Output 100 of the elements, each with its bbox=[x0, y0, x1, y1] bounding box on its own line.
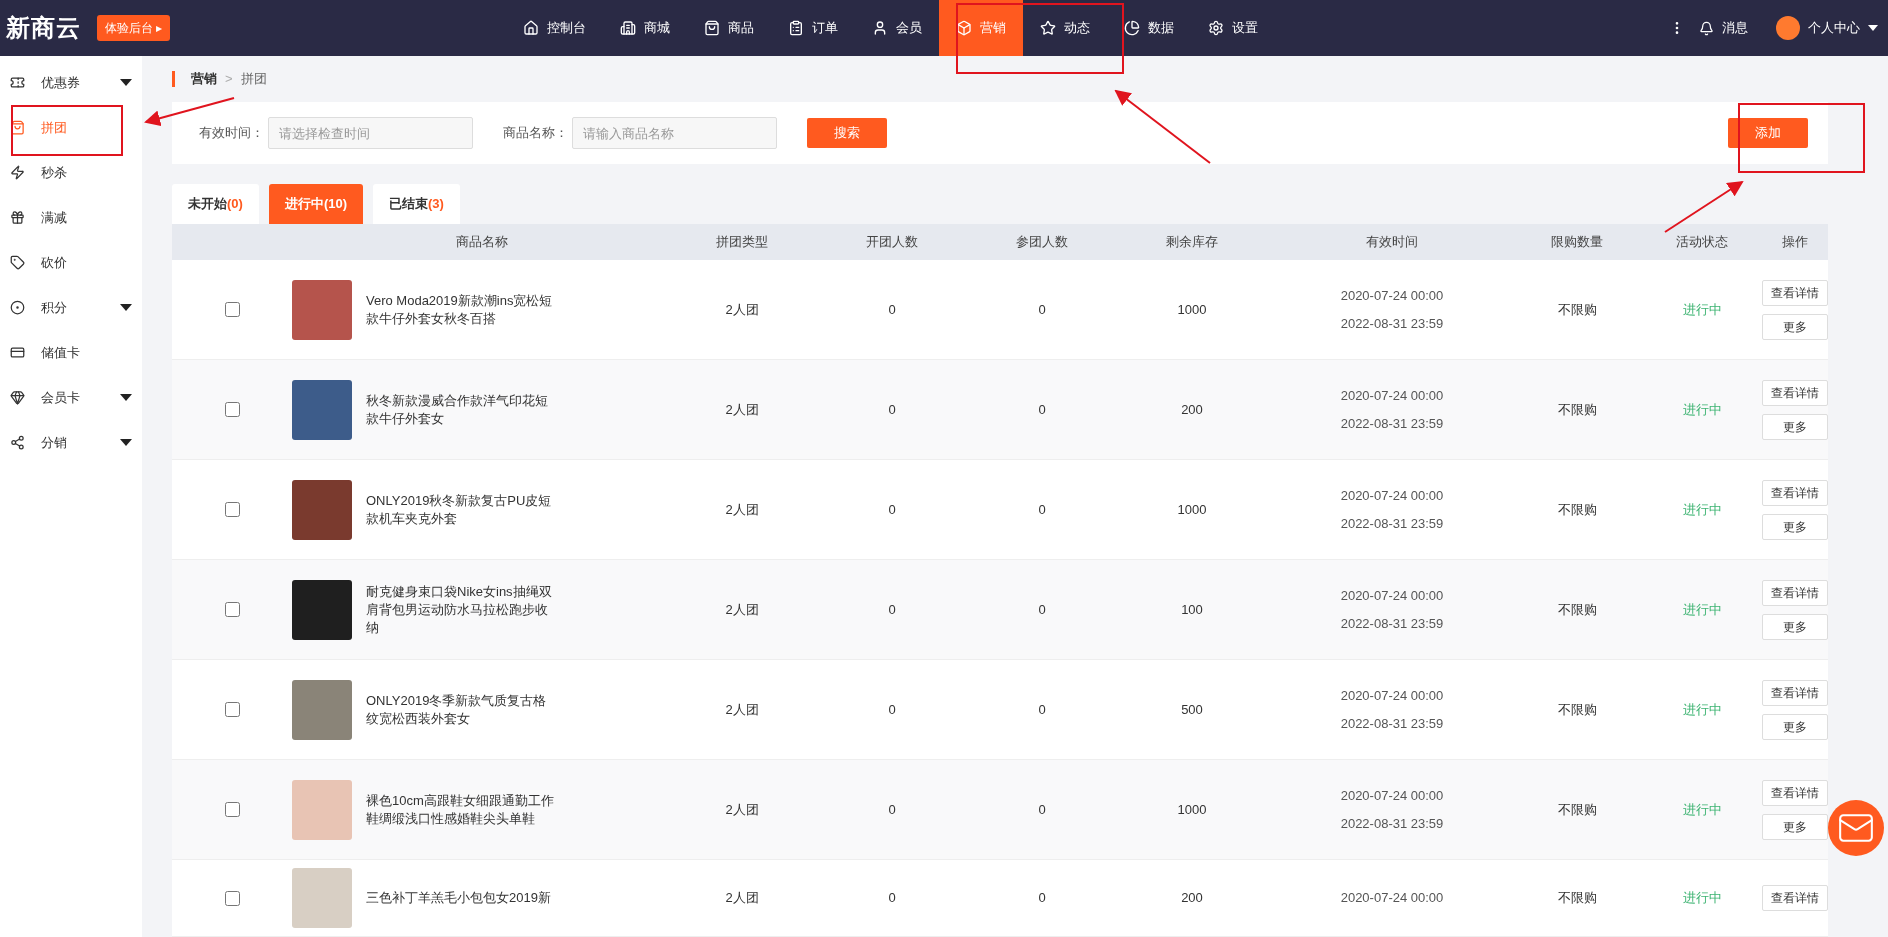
nav-tab[interactable]: 数据 bbox=[1107, 0, 1192, 56]
end-time: 2022-08-31 23:59 bbox=[1340, 414, 1444, 433]
action-button[interactable]: 更多 bbox=[1762, 613, 1828, 640]
action-button[interactable]: 更多 bbox=[1762, 813, 1828, 840]
action-button[interactable]: 更多 bbox=[1762, 413, 1828, 440]
column-header: 拼团类型 bbox=[715, 233, 769, 252]
start-time: 2020-07-24 00:00 bbox=[1340, 687, 1444, 705]
column-header: 开团人数 bbox=[865, 233, 919, 252]
action-button[interactable]: 查看详情 bbox=[1762, 679, 1828, 706]
caret-icon bbox=[1868, 25, 1878, 31]
building-icon bbox=[620, 20, 637, 36]
row-checkbox[interactable] bbox=[224, 302, 240, 317]
table-cell-text: 0 bbox=[887, 700, 897, 719]
row-checkbox[interactable] bbox=[224, 890, 240, 906]
column-header: 商品名称 bbox=[455, 233, 509, 252]
column-header: 剩余库存 bbox=[1165, 233, 1219, 252]
sidebar-item[interactable]: 砍价 bbox=[0, 240, 142, 285]
caret-icon bbox=[120, 79, 132, 86]
table-cell-text: 不限购 bbox=[1556, 889, 1598, 908]
cube-icon bbox=[956, 20, 973, 36]
action-button[interactable]: 查看详情 bbox=[1762, 279, 1828, 306]
breadcrumb-item[interactable]: 营销 bbox=[191, 69, 217, 89]
table-cell-text: 2人团 bbox=[724, 800, 760, 819]
product-name: 裸色10cm高跟鞋女细跟通勤工作鞋绸缎浅口性感婚鞋尖头单鞋 bbox=[366, 791, 555, 828]
table-cell-text: 2人团 bbox=[724, 889, 760, 908]
nav-tab[interactable]: 设置 bbox=[1191, 0, 1276, 56]
bag-icon bbox=[704, 20, 721, 36]
action-button[interactable]: 查看详情 bbox=[1762, 379, 1828, 406]
table-cell-text: 0 bbox=[1037, 300, 1047, 319]
column-header: 限购数量 bbox=[1550, 233, 1604, 252]
bell-icon bbox=[1699, 20, 1714, 36]
sidebar-item[interactable]: 分销 bbox=[0, 420, 142, 465]
diamond-icon bbox=[10, 390, 25, 405]
action-button[interactable]: 更多 bbox=[1762, 513, 1828, 540]
action-button[interactable]: 更多 bbox=[1762, 713, 1828, 740]
product-name: Vero Moda2019新款潮ins宽松短款牛仔外套女秋冬百搭 bbox=[366, 291, 554, 328]
start-time: 2020-07-24 00:00 bbox=[1340, 487, 1444, 505]
table-cell-text: 不限购 bbox=[1556, 700, 1598, 719]
messages-button[interactable]: 消息 bbox=[1699, 18, 1748, 38]
status-text: 进行中 bbox=[1681, 700, 1723, 719]
table-cell-text: 0 bbox=[887, 889, 897, 908]
action-button[interactable]: 更多 bbox=[1762, 313, 1828, 340]
row-checkbox[interactable] bbox=[224, 402, 240, 417]
end-time: 2022-08-31 23:59 bbox=[1340, 814, 1444, 833]
table-cell-text: 200 bbox=[1180, 400, 1204, 419]
mail-button[interactable] bbox=[1828, 800, 1884, 856]
product-name: 耐克健身束口袋Nike女ins抽绳双肩背包男运动防水马拉松跑步收纳 bbox=[366, 582, 553, 637]
row-checkbox[interactable] bbox=[224, 702, 240, 717]
status-tab[interactable]: 未开始(0) bbox=[172, 184, 259, 224]
caret-icon bbox=[120, 304, 132, 311]
table-cell-text: 0 bbox=[1037, 800, 1047, 819]
nav-tab[interactable]: 商城 bbox=[603, 0, 688, 56]
account-menu[interactable]: 个人中心 bbox=[1776, 16, 1878, 40]
table-cell-text: 0 bbox=[887, 400, 897, 419]
row-checkbox[interactable] bbox=[224, 802, 240, 817]
table-cell-text: 0 bbox=[887, 800, 897, 819]
column-header: 有效时间 bbox=[1365, 233, 1419, 252]
status-tab[interactable]: 已结束(3) bbox=[373, 184, 460, 224]
start-time: 2020-07-24 00:00 bbox=[1340, 889, 1444, 908]
nav-tab[interactable]: 会员 bbox=[855, 0, 940, 56]
nav-tab[interactable]: 订单 bbox=[771, 0, 856, 56]
table-cell-text: 0 bbox=[887, 500, 897, 519]
action-button[interactable]: 查看详情 bbox=[1762, 479, 1828, 506]
card-icon bbox=[10, 345, 25, 360]
filter-input[interactable]: 请输入商品名称 bbox=[572, 117, 777, 149]
action-button[interactable]: 查看详情 bbox=[1762, 885, 1828, 911]
table-cell-text: 200 bbox=[1180, 889, 1204, 908]
nav-tab[interactable]: 动态 bbox=[1023, 0, 1108, 56]
sidebar-item[interactable]: 会员卡 bbox=[0, 375, 142, 420]
row-checkbox[interactable] bbox=[224, 602, 240, 617]
sidebar-item[interactable]: 优惠券 bbox=[0, 60, 142, 105]
avatar-icon bbox=[1776, 16, 1800, 40]
table-cell-text: 100 bbox=[1180, 600, 1204, 619]
column-header: 参团人数 bbox=[1015, 233, 1069, 252]
action-button[interactable]: 查看详情 bbox=[1762, 779, 1828, 806]
table-cell-text: 不限购 bbox=[1556, 400, 1598, 419]
row-checkbox[interactable] bbox=[224, 502, 240, 517]
bag-icon bbox=[10, 120, 25, 135]
sidebar-item[interactable]: 积分 bbox=[0, 285, 142, 330]
table-cell-text: 2人团 bbox=[724, 500, 760, 519]
product-name: ONLY2019秋冬新款复古PU皮短款机车夹克外套 bbox=[366, 491, 553, 528]
sidebar-item[interactable]: 满减 bbox=[0, 195, 142, 240]
sidebar-item[interactable]: 秒杀 bbox=[0, 150, 142, 195]
caret-icon bbox=[120, 439, 132, 446]
nav-tab[interactable]: 商品 bbox=[687, 0, 772, 56]
pie-chart-icon bbox=[1124, 20, 1141, 36]
settings-icon bbox=[1208, 20, 1225, 36]
table-cell-text: 500 bbox=[1180, 700, 1204, 719]
nav-tab[interactable]: 控制台 bbox=[506, 0, 604, 56]
filter-input[interactable]: 请选择检查时间 bbox=[268, 117, 473, 149]
action-button[interactable]: 查看详情 bbox=[1762, 579, 1828, 606]
table-cell-text: 0 bbox=[1037, 500, 1047, 519]
table-cell-text: 0 bbox=[887, 600, 897, 619]
table-cell-text: 不限购 bbox=[1556, 800, 1598, 819]
breadcrumb-separator: > bbox=[225, 70, 233, 89]
start-time: 2020-07-24 00:00 bbox=[1340, 787, 1444, 805]
sidebar-item[interactable]: 储值卡 bbox=[0, 330, 142, 375]
status-text: 进行中 bbox=[1681, 300, 1723, 319]
caret-icon bbox=[120, 394, 132, 401]
table-cell-text: 1000 bbox=[1176, 300, 1208, 319]
